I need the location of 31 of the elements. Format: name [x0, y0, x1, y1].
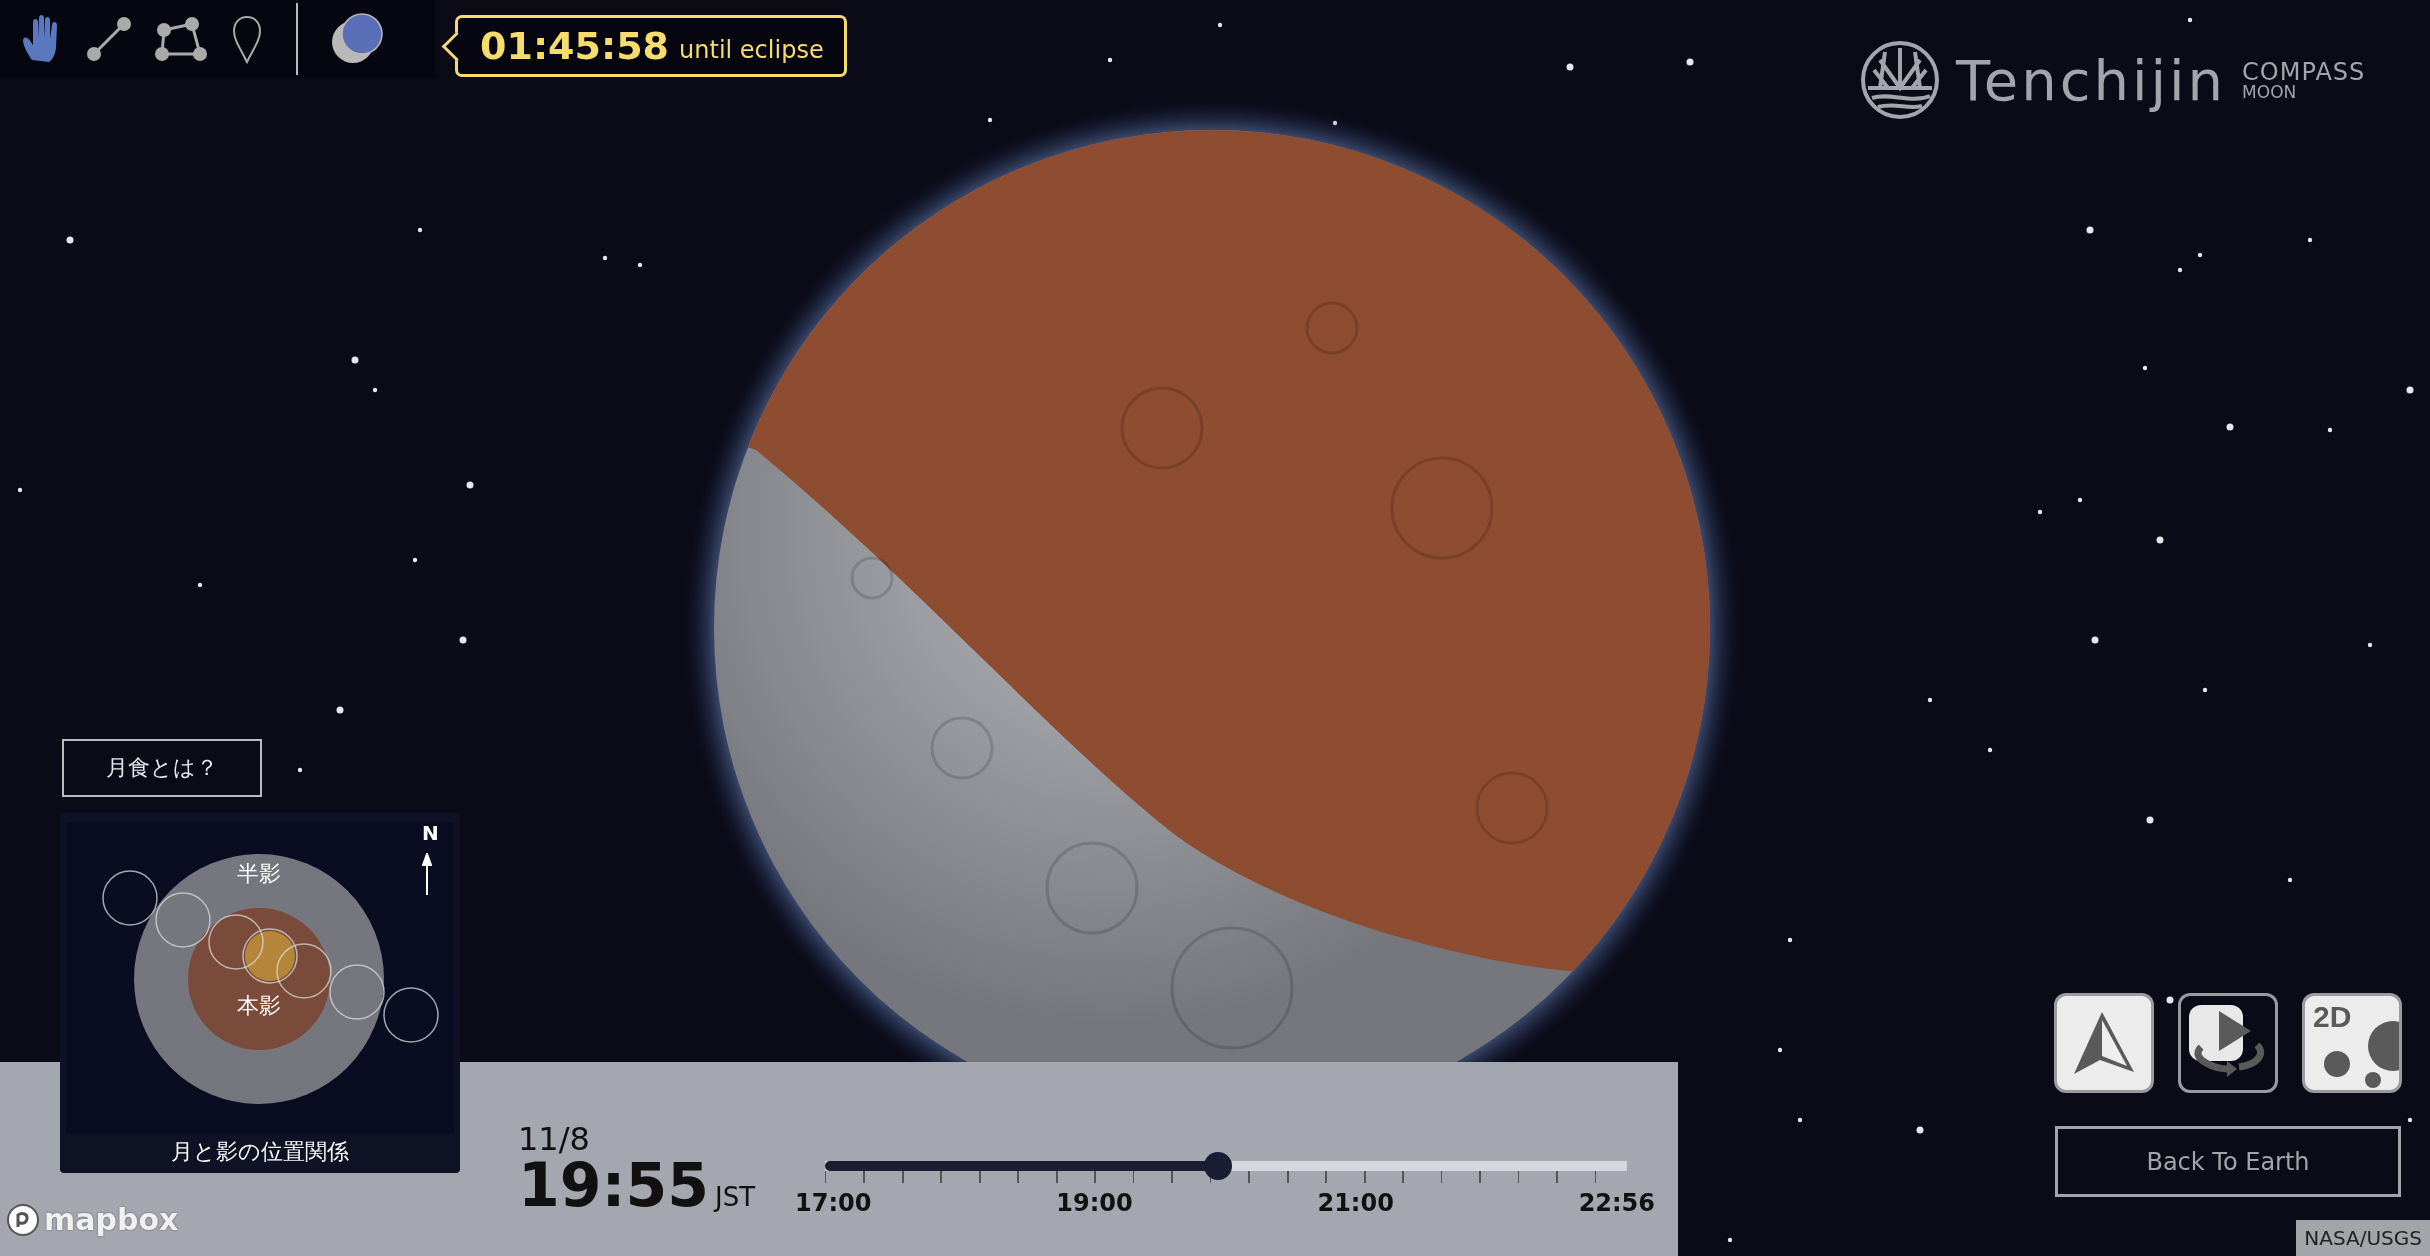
penumbra-label: 半影 — [236, 860, 282, 888]
attribution-label: NASA/USGS — [2296, 1220, 2430, 1256]
pin-tool-icon[interactable] — [230, 14, 264, 64]
diagram-caption: 月と影の位置関係 — [170, 1138, 350, 1166]
view-2d-button[interactable]: 2D — [2302, 993, 2402, 1093]
logo-icon — [1860, 40, 1940, 120]
compass-button[interactable] — [2054, 993, 2154, 1093]
timeline-label: 19:00 — [1056, 1188, 1133, 1217]
help-button[interactable]: 月食とは？ — [62, 739, 262, 797]
countdown-time: 01:45:58 — [480, 24, 670, 68]
umbra-label: 本影 — [236, 992, 282, 1020]
mapbox-logo-icon — [6, 1202, 40, 1237]
current-time: 19:55 — [518, 1155, 709, 1215]
slider-thumb[interactable] — [1204, 1151, 1233, 1180]
auto-rotate-button[interactable] — [2178, 993, 2278, 1093]
north-arrow-icon — [422, 853, 432, 895]
date-label: 11/8 — [518, 1123, 591, 1155]
logo-subtitle: MOON — [2242, 83, 2298, 101]
north-label: N — [422, 821, 439, 845]
line-tool-icon[interactable] — [84, 14, 134, 64]
mode-2d-label: 2D — [2313, 1000, 2352, 1034]
logo-wordmark: Tenchijin — [1956, 47, 2227, 113]
timezone-label: JST — [715, 1182, 756, 1212]
timeline-label: 21:00 — [1317, 1188, 1394, 1217]
timeline-label: 17:00 — [795, 1188, 872, 1217]
navigation-arrow-icon — [2072, 1010, 2136, 1076]
back-to-earth-button[interactable]: Back To Earth — [2055, 1126, 2401, 1197]
timeline-label: 22:56 — [1578, 1188, 1656, 1217]
logo-subtitle: COMPASS — [2242, 59, 2366, 84]
eclipse-toggle-icon[interactable] — [330, 12, 384, 66]
countdown-label: until eclipse — [679, 36, 824, 64]
